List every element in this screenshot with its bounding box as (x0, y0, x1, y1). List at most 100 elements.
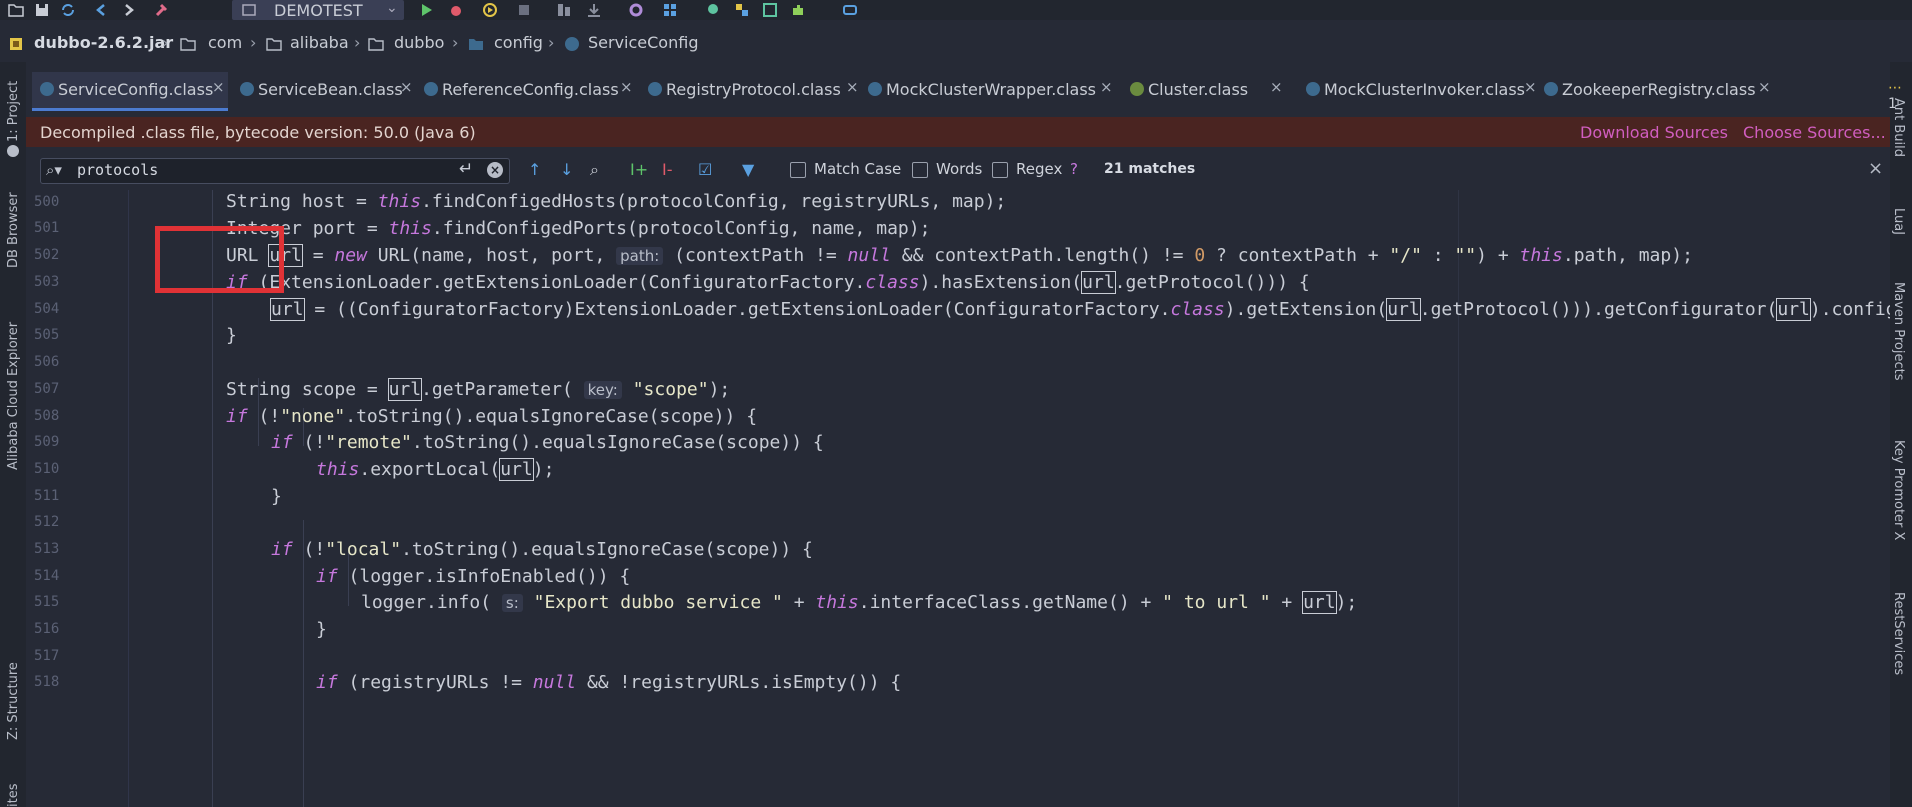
run-configuration-select[interactable]: DEMOTEST ⌄ (232, 0, 404, 20)
filter-icon[interactable]: ▼ (742, 160, 754, 179)
banner-message: Decompiled .class file, bytecode version… (40, 123, 476, 142)
search-icon[interactable] (706, 2, 722, 18)
words-checkbox[interactable] (912, 162, 928, 178)
new-line-icon[interactable]: ↵ (459, 159, 473, 179)
choose-sources-link[interactable]: Choose Sources... (1743, 123, 1886, 142)
search-history-icon[interactable]: ⌕▾ (46, 161, 62, 179)
forward-icon[interactable] (120, 2, 136, 18)
code-line[interactable]: URL url = new URL(name, host, port, path… (226, 244, 1693, 267)
find-all-icon[interactable]: ⌕ (590, 160, 599, 180)
structure-icon[interactable] (662, 2, 678, 18)
tab-label: MockClusterWrapper.class (886, 80, 1096, 99)
close-icon[interactable]: × (1524, 78, 1537, 96)
select-all-occurrences-icon[interactable]: ☑ (698, 160, 712, 179)
tab-servicebean[interactable]: ServiceBean.class × (232, 72, 432, 108)
tab-mockclusterinvoker[interactable]: MockClusterInvoker.class × (1298, 72, 1558, 108)
tool-window-restservices[interactable]: RestServices (1891, 592, 1906, 675)
match-case-checkbox[interactable] (790, 162, 806, 178)
download-sources-link[interactable]: Download Sources (1580, 123, 1728, 142)
previous-occurrence-icon[interactable]: ↑ (528, 160, 541, 179)
code-line[interactable]: if (registryURLs != null && !registryURL… (316, 672, 901, 693)
code-line[interactable]: if (ExtensionLoader.getExtensionLoader(C… (226, 271, 1310, 294)
project-structure-icon[interactable] (734, 2, 750, 18)
close-icon[interactable]: × (212, 78, 225, 96)
tab-referenceconfig[interactable]: ReferenceConfig.class × (416, 72, 656, 108)
tool-window-key-promoter[interactable]: Key Promoter X (1891, 440, 1906, 540)
code-line[interactable]: if (!"remote".toString().equalsIgnoreCas… (271, 432, 824, 453)
tab-zookeeperregistry[interactable]: ZookeeperRegistry.class × (1536, 72, 1776, 108)
close-icon[interactable]: × (846, 78, 859, 96)
code-editor[interactable]: 500 501 502 503 504 505 506 507 508 509 … (26, 190, 1890, 807)
settings-icon[interactable] (628, 2, 644, 18)
tool-window-favorites[interactable]: ites (6, 784, 21, 807)
tool-window-luaj[interactable]: LuaJ (1891, 208, 1906, 235)
close-icon[interactable]: × (1100, 78, 1113, 96)
next-occurrence-icon[interactable]: ↓ (560, 160, 573, 179)
main-toolbar: DEMOTEST ⌄ (0, 0, 1912, 20)
folder-icon[interactable] (8, 2, 24, 18)
stop-icon[interactable] (516, 2, 532, 18)
sync-icon[interactable] (60, 2, 76, 18)
left-tool-strip: 1: Project DB Browser Alibaba Cloud Expl… (0, 62, 26, 807)
tool-window-db-browser[interactable]: DB Browser (6, 192, 21, 268)
code-line[interactable]: Integer port = this.findConfigedPorts(pr… (226, 218, 930, 239)
build-hammer-icon[interactable] (154, 2, 170, 18)
regex-checkbox[interactable] (992, 162, 1008, 178)
back-icon[interactable] (94, 2, 110, 18)
remove-selection-icon[interactable]: I- (662, 160, 673, 179)
tool-window-project[interactable]: 1: Project (6, 81, 21, 142)
breadcrumb-separator: › (354, 33, 361, 52)
close-icon[interactable]: × (620, 78, 633, 96)
annotation-highlight-box (155, 226, 284, 293)
breadcrumb-item-serviceconfig[interactable]: ServiceConfig (588, 33, 698, 52)
search-query[interactable]: protocols (77, 161, 158, 179)
breadcrumb-item-config[interactable]: config (494, 33, 543, 52)
debug-icon[interactable] (448, 2, 464, 18)
tool-window-alibaba-cloud-explorer[interactable]: Alibaba Cloud Explorer (6, 322, 21, 470)
code-line[interactable]: String host = this.findConfigedHosts(pro… (226, 191, 1006, 212)
tab-serviceconfig[interactable]: ServiceConfig.class × (32, 72, 228, 111)
vcs-update-icon[interactable] (556, 2, 572, 18)
breadcrumb: dubbo-2.6.2.jar › com › alibaba › dubbo … (0, 33, 1912, 57)
close-icon[interactable]: × (1270, 78, 1283, 96)
close-icon[interactable]: × (1868, 158, 1883, 179)
search-field[interactable]: ⌕▾ protocols ↵ × (40, 158, 510, 184)
class-icon (40, 82, 54, 96)
plugins-icon[interactable] (790, 2, 806, 18)
add-selection-icon[interactable]: I+ (630, 160, 648, 179)
code-line[interactable]: } (226, 325, 237, 346)
code-line[interactable]: String scope = url.getParameter( key: "s… (226, 378, 730, 401)
cloud-icon[interactable] (842, 2, 858, 18)
tab-mockclusterwrapper[interactable]: MockClusterWrapper.class × (860, 72, 1130, 108)
class-icon (565, 37, 579, 51)
close-icon[interactable]: × (400, 78, 413, 96)
close-icon[interactable]: × (1758, 78, 1771, 96)
vcs-push-icon[interactable] (586, 2, 602, 18)
clear-search-icon[interactable]: × (487, 162, 503, 178)
code-line[interactable]: url = ((ConfiguratorFactory)ExtensionLoa… (270, 298, 1890, 321)
code-line[interactable]: } (271, 486, 282, 507)
run-icon[interactable] (418, 2, 434, 18)
code-line[interactable]: if (!"none".toString().equalsIgnoreCase(… (226, 406, 757, 427)
regex-help-link[interactable]: ? (1070, 160, 1078, 178)
code-line[interactable]: } (316, 619, 327, 640)
more-tabs-icon: ⋯ (1888, 80, 1902, 96)
code-lines[interactable]: String host = this.findConfigedHosts(pro… (26, 190, 1890, 807)
coverage-icon[interactable] (482, 2, 498, 18)
tab-registryprotocol[interactable]: RegistryProtocol.class × (640, 72, 880, 108)
tool-window-structure[interactable]: Z: Structure (6, 662, 21, 740)
code-line[interactable]: if (!"local".toString().equalsIgnoreCase… (271, 539, 813, 560)
code-line[interactable]: if (logger.isInfoEnabled()) { (316, 566, 630, 587)
tab-cluster[interactable]: Cluster.class × (1122, 72, 1292, 108)
breadcrumb-item-alibaba[interactable]: alibaba (290, 33, 349, 52)
breadcrumb-jar[interactable]: dubbo-2.6.2.jar (34, 33, 173, 52)
breadcrumb-item-com[interactable]: com (208, 33, 242, 52)
code-line[interactable]: logger.info( s: "Export dubbo service " … (361, 591, 1357, 614)
find-bar: ⌕▾ protocols ↵ × ↑ ↓ ⌕ I+ I- ☑ ▼ Match C… (26, 150, 1890, 191)
breadcrumb-item-dubbo[interactable]: dubbo (394, 33, 444, 52)
tool-window-maven-projects[interactable]: Maven Projects (1891, 282, 1906, 381)
layout-icon[interactable] (762, 2, 778, 18)
save-icon[interactable] (34, 2, 50, 18)
code-line[interactable]: this.exportLocal(url); (316, 458, 554, 481)
more-tabs-button[interactable]: ⋯ 1 (1888, 80, 1902, 112)
